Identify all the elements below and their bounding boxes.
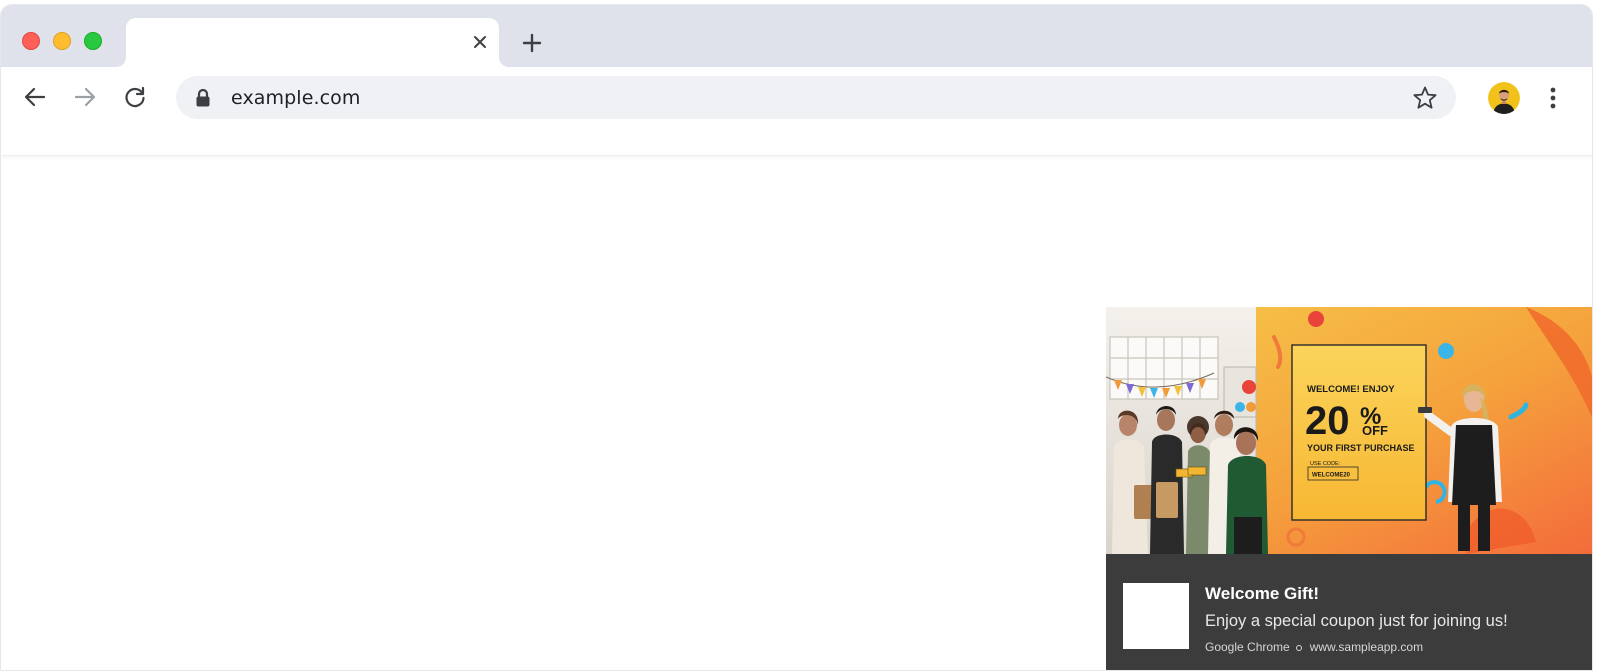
notification-site: www.sampleapp.com	[1309, 640, 1424, 654]
ad-headline: WELCOME! ENJOY	[1307, 384, 1395, 395]
browser-toolbar: example.com	[1, 67, 1592, 156]
arrow-left-icon	[24, 87, 46, 107]
ad-code-label: USE CODE:	[1310, 461, 1341, 467]
close-window-button[interactable]	[22, 32, 40, 50]
separator-dot-icon	[1295, 645, 1302, 651]
browser-window: example.com WELCOME! ENJOY 20 % OFF YOUR…	[0, 4, 1593, 671]
url-text[interactable]: example.com	[231, 87, 361, 109]
reload-icon	[125, 86, 145, 108]
back-button[interactable]	[17, 79, 53, 115]
close-icon	[474, 36, 486, 48]
browser-menu-button[interactable]	[1541, 81, 1565, 115]
forward-button[interactable]	[67, 79, 103, 115]
tab-active[interactable]	[126, 18, 499, 67]
plus-icon	[522, 33, 542, 53]
ad-code: WELCOME20	[1312, 473, 1351, 479]
kebab-menu-icon	[1550, 87, 1556, 109]
notification-meta: Google Chrome www.sampleapp.com	[1205, 640, 1423, 654]
notification-message: Enjoy a special coupon just for joining …	[1205, 612, 1508, 630]
profile-avatar-image	[1488, 82, 1520, 114]
lock-icon[interactable]	[194, 88, 212, 108]
minimize-window-button[interactable]	[53, 32, 71, 50]
ad-subline: YOUR FIRST PURCHASE	[1307, 443, 1415, 453]
notification-app-icon	[1123, 583, 1189, 649]
notification-title: Welcome Gift!	[1205, 584, 1319, 603]
notification-source: Google Chrome	[1205, 640, 1290, 654]
ad-discount-number: 20	[1305, 399, 1350, 443]
notification-hero-image: WELCOME! ENJOY 20 % OFF YOUR FIRST PURCH…	[1106, 307, 1592, 554]
reload-button[interactable]	[117, 79, 153, 115]
arrow-right-icon	[74, 87, 96, 107]
notification-body: Welcome Gift! Enjoy a special coupon jus…	[1106, 554, 1592, 670]
customers-illustration	[1112, 406, 1268, 554]
address-bar[interactable]: example.com	[176, 76, 1456, 119]
tab-strip	[1, 5, 1592, 67]
star-icon[interactable]	[1412, 85, 1438, 111]
maximize-window-button[interactable]	[84, 32, 102, 50]
new-tab-button[interactable]	[519, 30, 545, 56]
ad-discount-off: OFF	[1362, 423, 1388, 438]
tab-close-button[interactable]	[469, 31, 491, 53]
push-notification[interactable]: WELCOME! ENJOY 20 % OFF YOUR FIRST PURCH…	[1106, 307, 1592, 670]
avatar[interactable]	[1488, 82, 1520, 114]
